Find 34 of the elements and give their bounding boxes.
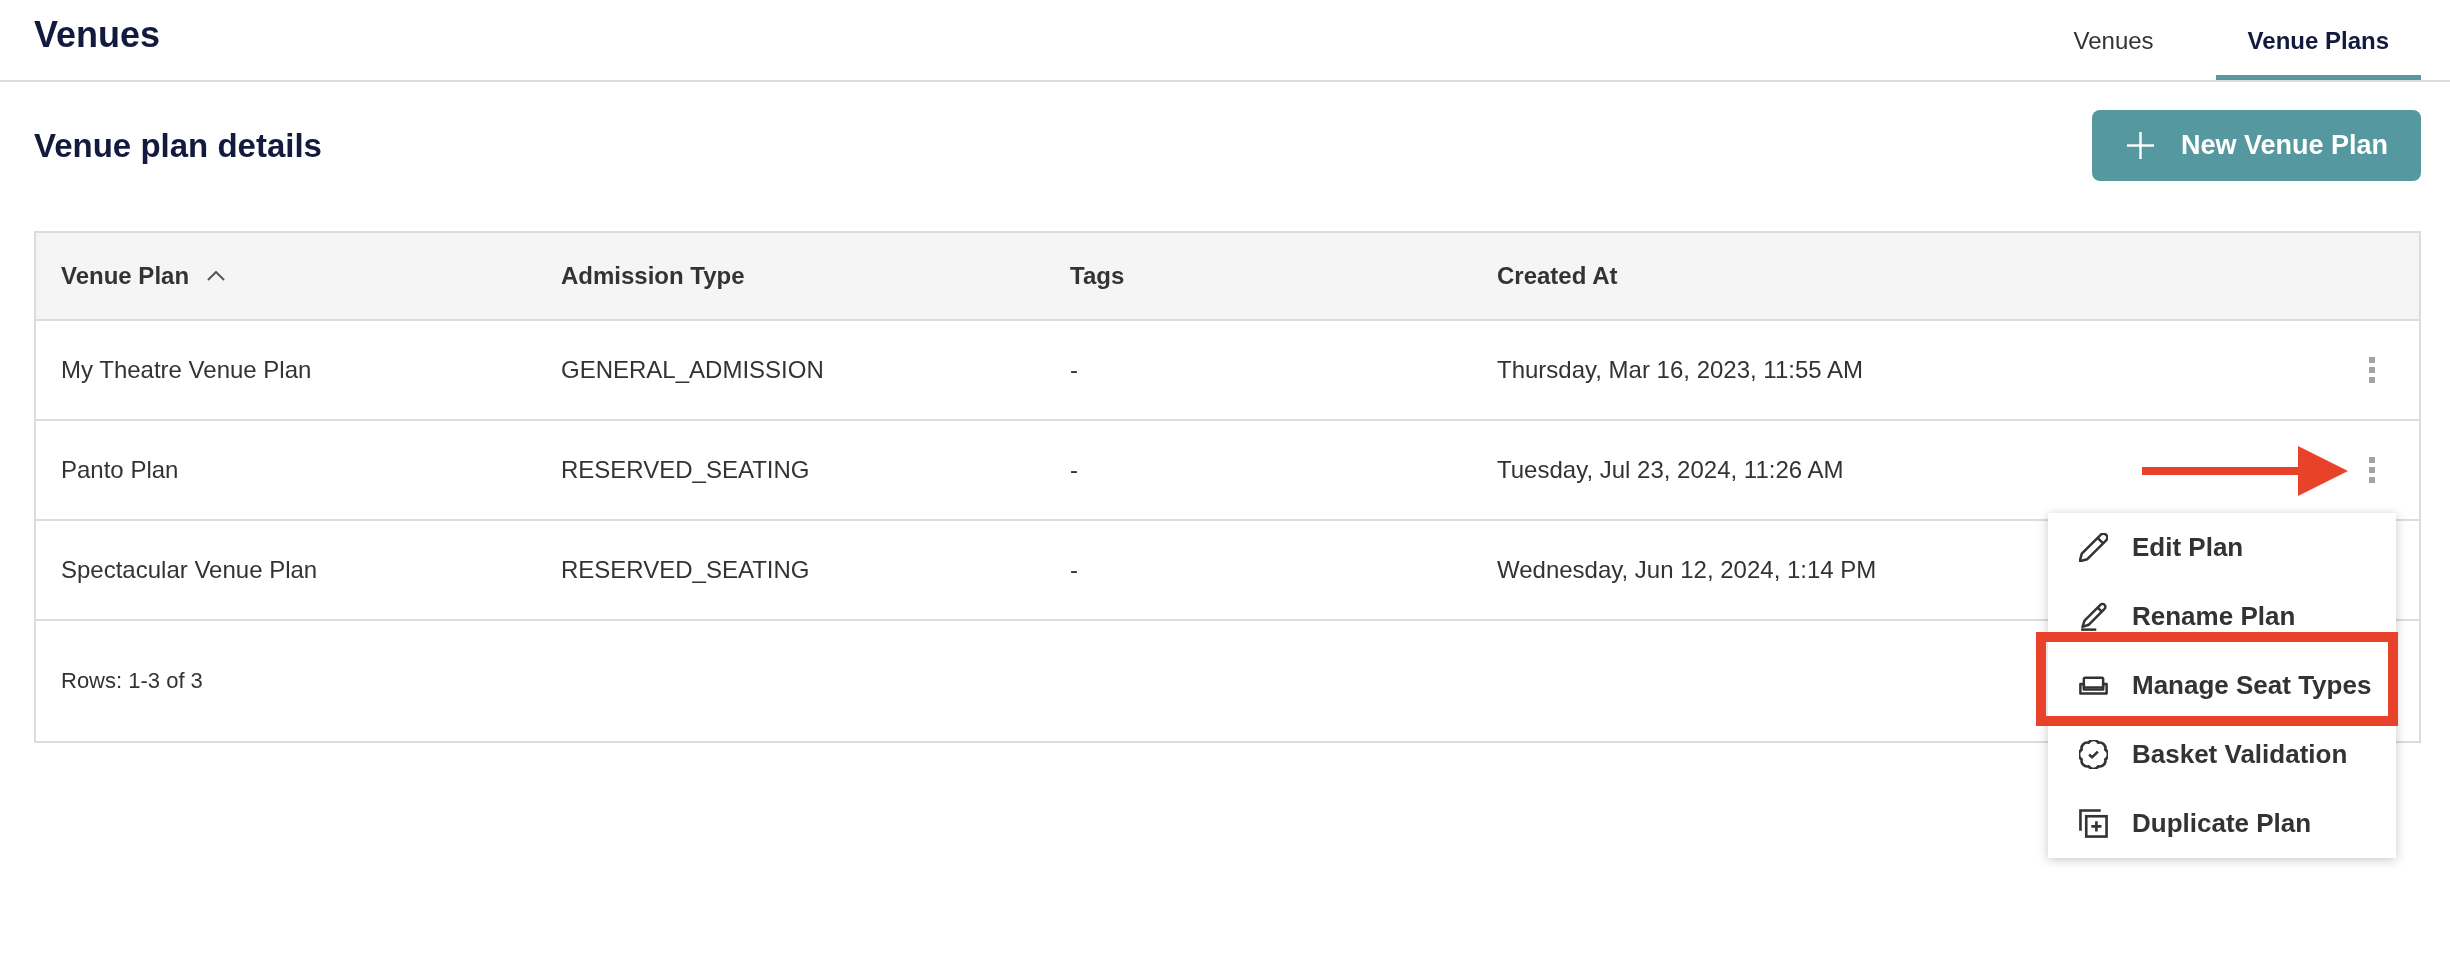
table-cell: Wednesday, Jun 12, 2024, 1:14 PM [1497, 556, 1877, 584]
sofa-icon [2079, 675, 2108, 696]
table-cell: Tuesday, Jul 23, 2024, 11:26 AM [1497, 456, 1844, 484]
menu-item[interactable]: Edit Plan [2048, 513, 2396, 582]
table-cell: RESERVED_SEATING [561, 456, 810, 484]
tab[interactable]: Venue Plans [2215, 0, 2421, 80]
table-cell: My Theatre Venue Plan [61, 356, 312, 384]
page-title: Venues [34, 14, 161, 56]
more-options-icon[interactable] [2369, 457, 2375, 483]
pen-line-icon [2079, 602, 2108, 631]
copy-plus-icon [2079, 809, 2108, 838]
column-header[interactable]: Tags [1070, 262, 1125, 290]
column-header[interactable]: Admission Type [561, 262, 745, 290]
column-header[interactable]: Venue Plan [61, 262, 226, 290]
row-count: Rows: 1-3 of 3 [61, 668, 203, 694]
menu-item[interactable]: Manage Seat Types [2048, 651, 2396, 720]
pencil-icon [2079, 533, 2108, 562]
table-cell: Thursday, Mar 16, 2023, 11:55 AM [1497, 356, 1863, 384]
plus-icon [2126, 132, 2154, 159]
table-cell: - [1070, 456, 1078, 484]
column-header[interactable]: Created At [1497, 262, 1618, 290]
badge-check-icon [2079, 740, 2108, 769]
table-cell: Panto Plan [61, 456, 179, 484]
tab[interactable]: Venues [2041, 0, 2186, 80]
menu-item[interactable]: Duplicate Plan [2048, 789, 2396, 858]
table-cell: - [1070, 556, 1078, 584]
table-cell: Spectacular Venue Plan [61, 556, 318, 584]
section-title: Venue plan details [34, 126, 322, 165]
menu-item[interactable]: Rename Plan [2048, 582, 2396, 651]
menu-item[interactable]: Basket Validation [2048, 720, 2396, 789]
table-cell: - [1070, 356, 1078, 384]
table-cell: GENERAL_ADMISSION [561, 356, 824, 384]
table-cell: RESERVED_SEATING [561, 556, 810, 584]
more-options-icon[interactable] [2369, 357, 2375, 383]
